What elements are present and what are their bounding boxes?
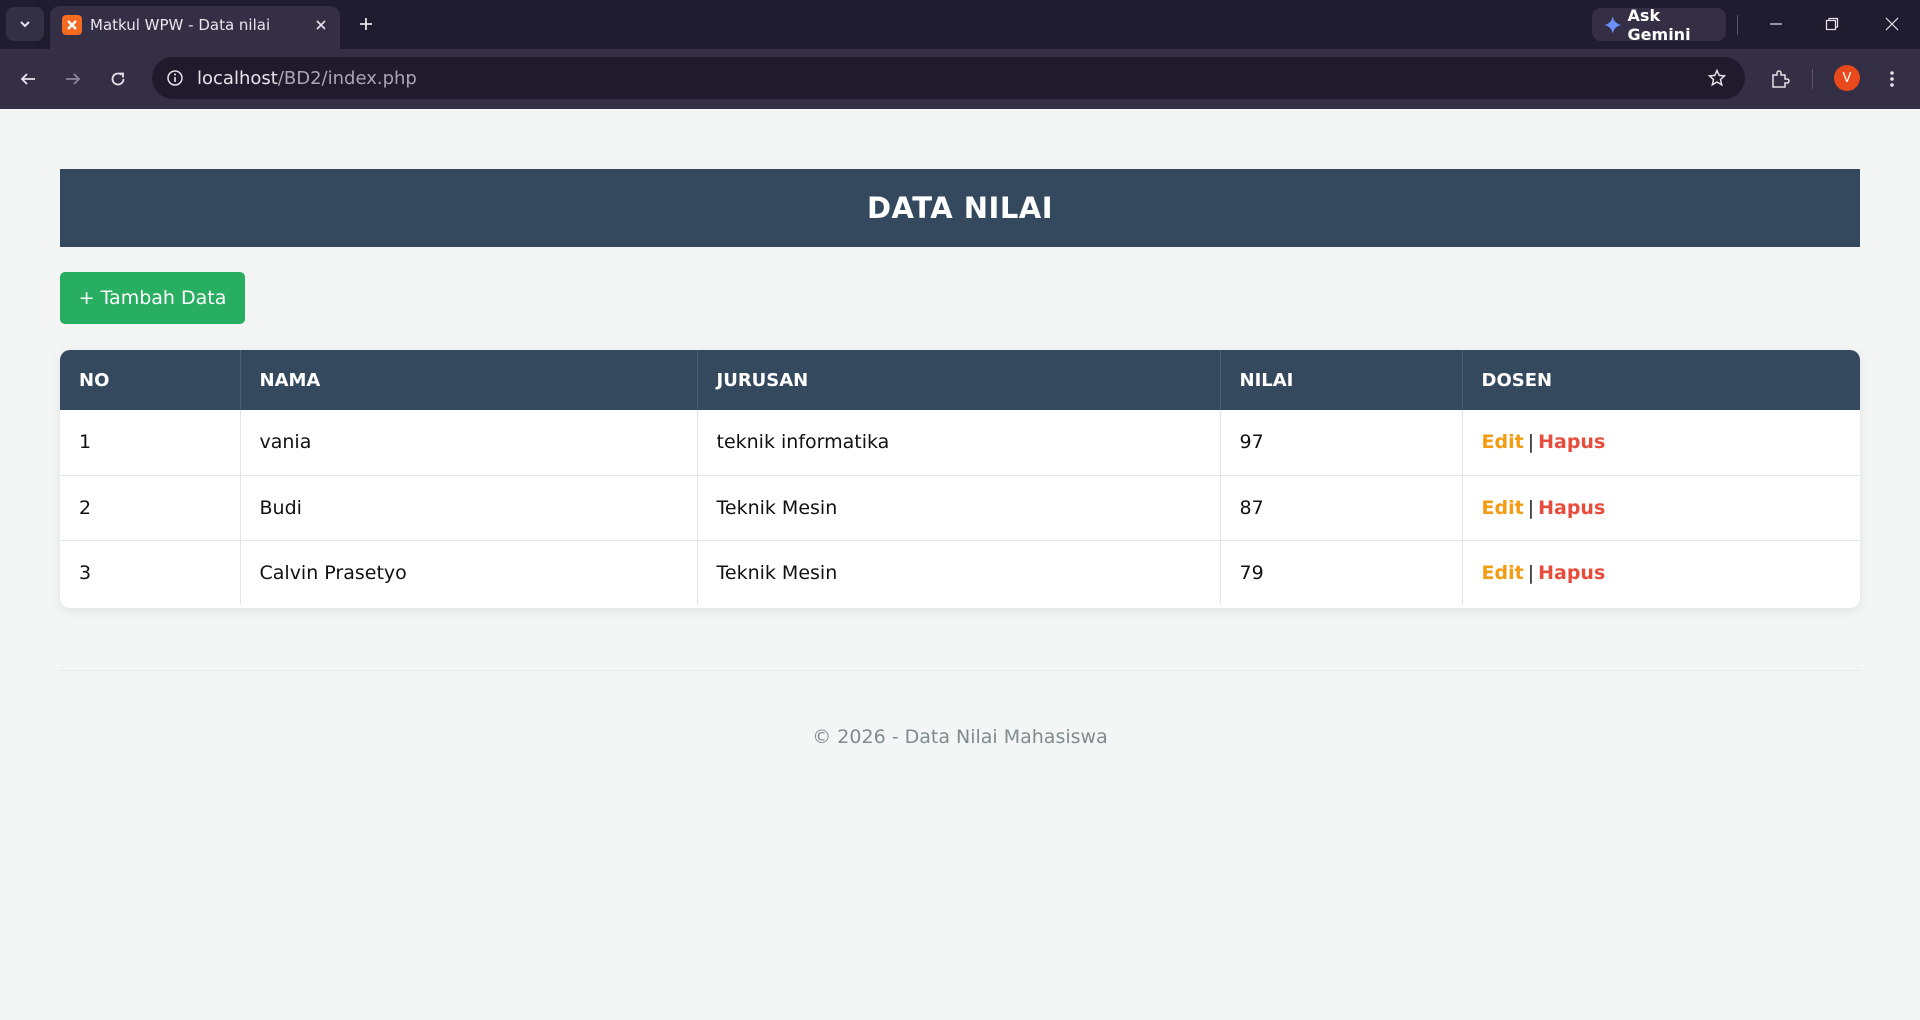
plus-icon[interactable] <box>352 10 380 38</box>
browser-tab-strip: Matkul WPW - Data nilai Ask Gemini <box>0 0 1920 49</box>
table-row: 3 Calvin Prasetyo Teknik Mesin 79 Edit | H… <box>60 540 1860 605</box>
divider <box>1737 15 1738 35</box>
cell-nilai: 97 <box>1220 410 1463 475</box>
edit-link[interactable]: Edit <box>1482 562 1524 584</box>
delete-link[interactable]: Hapus <box>1538 497 1605 519</box>
avatar[interactable]: V <box>1834 65 1860 91</box>
cell-actions: Edit | Hapus <box>1462 540 1860 605</box>
cell-nama: Budi <box>240 475 698 540</box>
window-close-icon[interactable] <box>1868 4 1916 44</box>
edit-link[interactable]: Edit <box>1482 497 1524 519</box>
close-icon[interactable] <box>310 14 332 36</box>
divider <box>1812 69 1813 89</box>
action-separator: | <box>1527 496 1535 519</box>
cell-no: 1 <box>60 410 241 475</box>
table-row: 2 Budi Teknik Mesin 87 Edit | Hapus <box>60 475 1860 540</box>
action-separator: | <box>1527 431 1535 454</box>
cell-jurusan: teknik informatika <box>697 410 1221 475</box>
ask-gemini-button[interactable]: Ask Gemini <box>1592 5 1726 44</box>
action-separator: | <box>1527 561 1535 584</box>
column-header-no: NO <box>60 350 241 410</box>
extensions-icon[interactable] <box>1762 61 1798 97</box>
column-header-nama: NAMA <box>240 350 698 410</box>
footer-divider <box>60 670 1860 671</box>
cell-nilai: 87 <box>1220 475 1463 540</box>
column-header-nilai: NILAI <box>1220 350 1463 410</box>
edit-link[interactable]: Edit <box>1482 431 1524 453</box>
footer-text: © 2026 - Data Nilai Mahasiswa <box>812 726 1108 748</box>
back-icon[interactable] <box>10 61 46 97</box>
table-header-row: NO NAMA JURUSAN NILAI DOSEN <box>60 350 1860 410</box>
cell-jurusan: Teknik Mesin <box>697 475 1221 540</box>
cell-jurusan: Teknik Mesin <box>697 540 1221 605</box>
cell-no: 3 <box>60 540 241 605</box>
cell-actions: Edit | Hapus <box>1462 410 1860 475</box>
menu-icon[interactable] <box>1874 61 1910 97</box>
delete-link[interactable]: Hapus <box>1538 431 1605 453</box>
browser-tab[interactable]: Matkul WPW - Data nilai <box>50 6 340 49</box>
column-header-jurusan: JURUSAN <box>697 350 1221 410</box>
data-table: NO NAMA JURUSAN NILAI DOSEN 1 vania tekn… <box>60 350 1860 608</box>
gemini-icon <box>1604 15 1622 34</box>
cell-nama: Calvin Prasetyo <box>240 540 698 605</box>
cell-nilai: 79 <box>1220 540 1463 605</box>
tab-list-icon[interactable] <box>6 7 44 41</box>
cell-actions: Edit | Hapus <box>1462 475 1860 540</box>
cell-no: 2 <box>60 475 241 540</box>
page-header: DATA NILAI <box>60 169 1860 247</box>
url-path: /BD2/index.php <box>277 68 417 89</box>
forward-icon[interactable] <box>55 61 91 97</box>
site-info-icon[interactable] <box>161 64 189 92</box>
restore-icon[interactable] <box>1808 4 1856 44</box>
table-row: 1 vania teknik informatika 97 Edit | Hapus <box>60 410 1860 475</box>
page-title: DATA NILAI <box>866 191 1054 225</box>
ask-gemini-label: Ask Gemini <box>1627 5 1691 44</box>
reload-icon[interactable] <box>100 61 136 97</box>
tab-title: Matkul WPW - Data nilai <box>90 16 271 34</box>
browser-toolbar: localhost/BD2/index.php V <box>0 49 1920 109</box>
column-header-dosen: DOSEN <box>1481 369 1553 391</box>
xampp-favicon-icon <box>62 15 82 35</box>
cell-nama: vania <box>240 410 698 475</box>
minimize-icon[interactable] <box>1752 4 1800 44</box>
url-text: localhost/BD2/index.php <box>197 68 417 89</box>
star-icon[interactable] <box>1705 66 1729 90</box>
address-bar[interactable]: localhost/BD2/index.php <box>152 57 1745 99</box>
delete-link[interactable]: Hapus <box>1538 562 1605 584</box>
page-content: DATA NILAI + Tambah Data NO NAMA JURUSAN… <box>0 109 1920 1020</box>
url-host: localhost <box>197 68 278 89</box>
add-data-button[interactable]: + Tambah Data <box>60 272 245 324</box>
